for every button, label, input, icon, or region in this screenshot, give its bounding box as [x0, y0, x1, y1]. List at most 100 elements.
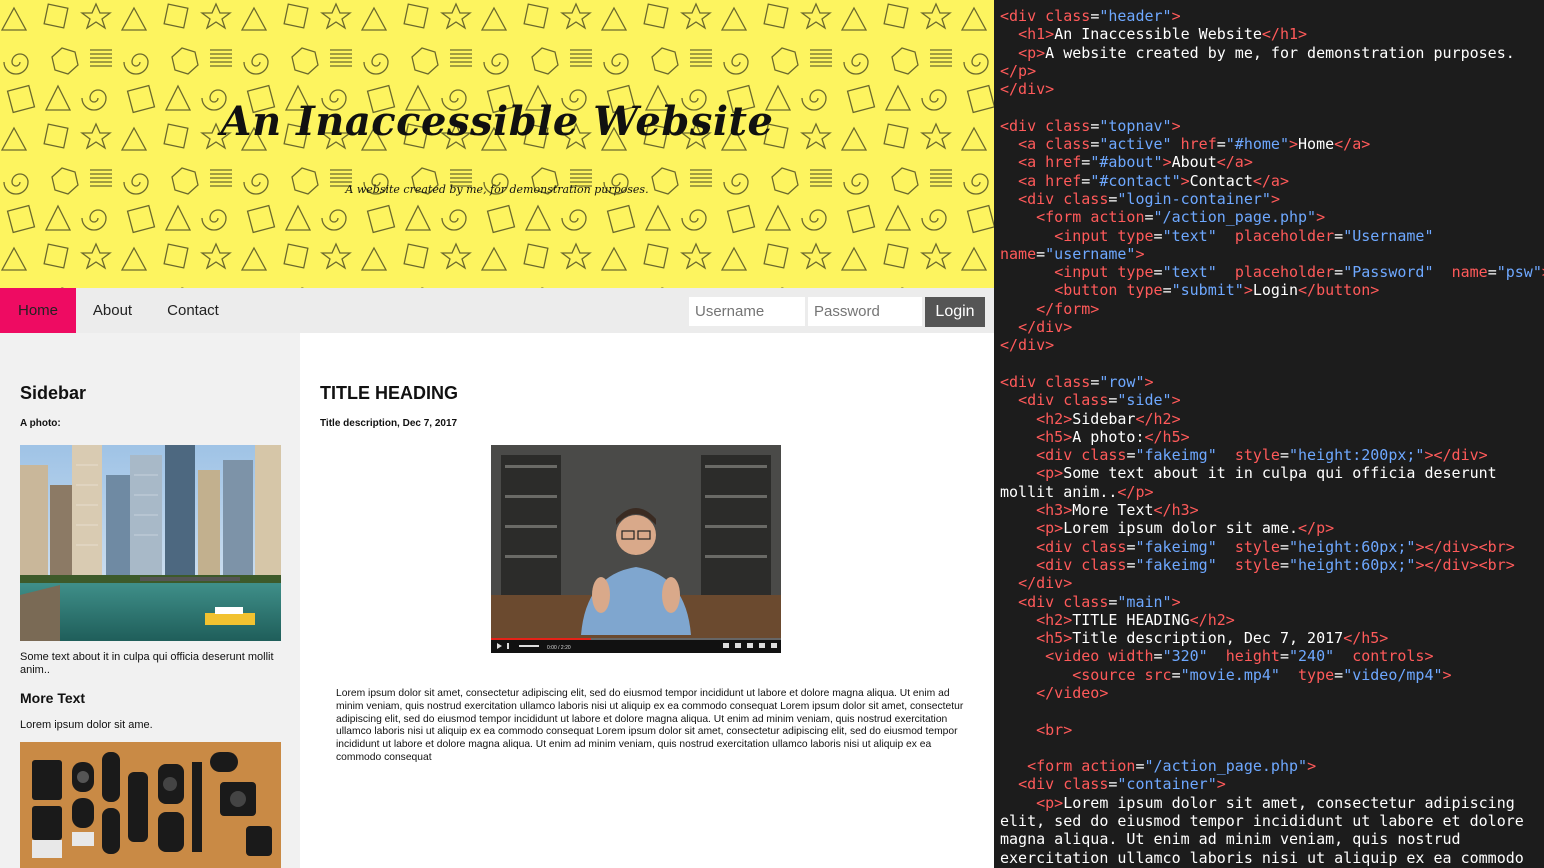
code-token: An Inaccessible Website [1054, 25, 1262, 44]
username-input[interactable] [689, 297, 805, 326]
code-token: <div [1018, 391, 1064, 410]
code-token: <input [1054, 226, 1118, 245]
code-token: </a> [1252, 171, 1289, 190]
code-line: <video width="320" height="240" controls… [1000, 647, 1544, 665]
code-token: "#contact" [1090, 171, 1181, 190]
code-token: = [1153, 263, 1163, 282]
code-token: <p> [1018, 43, 1046, 62]
code-token: "text" [1162, 226, 1217, 245]
code-token: class [1081, 537, 1127, 556]
code-token: </h5> [1343, 629, 1389, 648]
code-token: "fakeimg" [1135, 555, 1217, 574]
code-token: </h5> [1144, 427, 1190, 446]
code-token: class [1045, 135, 1091, 154]
code-token: = [1081, 171, 1091, 190]
code-line: elit, sed do eiusmod tempor incididunt u… [1000, 812, 1544, 830]
code-token: "height:60px;" [1289, 537, 1416, 556]
code-token: "height:60px;" [1289, 555, 1416, 574]
code-token: <div [1000, 372, 1046, 391]
code-token: <div [1018, 775, 1064, 794]
code-line: <div class="container"> [1000, 775, 1544, 793]
code-line: </form> [1000, 300, 1544, 318]
sidebar: Sidebar A photo: Some text about it in c… [0, 333, 300, 868]
code-token: = [1279, 537, 1289, 556]
code-token: <div [1018, 592, 1064, 611]
nav-about-link[interactable]: About [76, 288, 149, 333]
code-token: "height:200px;" [1289, 446, 1425, 465]
code-token: "active" [1099, 135, 1172, 154]
nav-contact-link[interactable]: Contact [149, 288, 237, 333]
code-token: class [1045, 372, 1091, 391]
code-line: <br> [1000, 721, 1544, 739]
code-token: About [1171, 153, 1217, 172]
login-button[interactable]: Login [925, 297, 985, 327]
code-token: </a> [1216, 153, 1253, 172]
code-line: <input type="text" placeholder="Password… [1000, 263, 1544, 281]
code-token: = [1487, 263, 1497, 282]
nav-home-link[interactable]: Home [0, 288, 76, 333]
code-token: "topnav" [1099, 116, 1172, 135]
code-token: <div [1018, 189, 1064, 208]
code-line: exercitation ullamco laboris nisi ut ali… [1000, 849, 1544, 867]
code-token: <div [1036, 537, 1082, 556]
code-token: = [1090, 372, 1100, 391]
code-token: <h1> [1018, 25, 1055, 44]
code-token: exercitation ullamco laboris nisi ut ali… [1000, 848, 1524, 867]
html-source-code: <div class="header"> <h1>An Inaccessible… [1000, 7, 1544, 867]
password-input[interactable] [808, 297, 922, 326]
code-token: </div> [1018, 318, 1073, 337]
code-token: "#about" [1090, 153, 1163, 172]
code-token: elit, sed do eiusmod tempor incididunt u… [1000, 812, 1524, 831]
code-token: <a [1018, 153, 1046, 172]
main-content: TITLE HEADING Title description, Dec 7, … [300, 333, 994, 868]
code-token: "main" [1117, 592, 1172, 611]
code-token: <div [1036, 446, 1082, 465]
code-token: placeholder [1234, 263, 1335, 282]
code-token: = [1153, 647, 1163, 666]
code-token: <div [1000, 116, 1046, 135]
code-token: > [1135, 244, 1145, 263]
code-token: </a> [1334, 135, 1371, 154]
video-player[interactable]: 0:00 / 2:20 [491, 445, 781, 653]
code-token: > [1144, 372, 1154, 391]
code-token: = [1090, 7, 1100, 25]
code-token: Lorem ipsum dolor sit ame. [1063, 519, 1299, 538]
sidebar-heading: Sidebar [20, 383, 87, 403]
code-token: "/action_page.php" [1144, 757, 1308, 776]
code-token: A photo: [1072, 427, 1145, 446]
code-line: <p>Some text about it in culpa qui offic… [1000, 464, 1544, 482]
code-line: <h1>An Inaccessible Website</h1> [1000, 25, 1544, 43]
code-token: > [1171, 391, 1181, 410]
code-token: <button [1054, 281, 1127, 300]
code-token: <a [1018, 171, 1046, 190]
code-token: <source [1072, 665, 1145, 684]
code-token: <input [1054, 263, 1118, 282]
code-token: </h2> [1135, 409, 1181, 428]
code-line: <p>Lorem ipsum dolor sit ame.</p> [1000, 519, 1544, 537]
code-token: </p> [1117, 482, 1154, 501]
code-line: <a href="#about">About</a> [1000, 153, 1544, 171]
code-line: <a class="active" href="#home">Home</a> [1000, 135, 1544, 153]
code-token: <h2> [1036, 610, 1073, 629]
code-token: > [1243, 281, 1253, 300]
code-token: action [1081, 757, 1136, 776]
code-token: ></div><br> [1415, 537, 1515, 556]
site-subtitle: A website created by me, for demonstrati… [345, 183, 649, 196]
code-token: name [1451, 263, 1488, 282]
code-token: mollit anim.. [1000, 482, 1118, 501]
code-line: <form action="/action_page.php"> [1000, 757, 1544, 775]
code-token: = [1144, 208, 1154, 227]
code-line: </p> [1000, 62, 1544, 80]
code-token: = [1171, 665, 1181, 684]
code-token: class [1081, 555, 1127, 574]
code-token: type [1298, 665, 1335, 684]
